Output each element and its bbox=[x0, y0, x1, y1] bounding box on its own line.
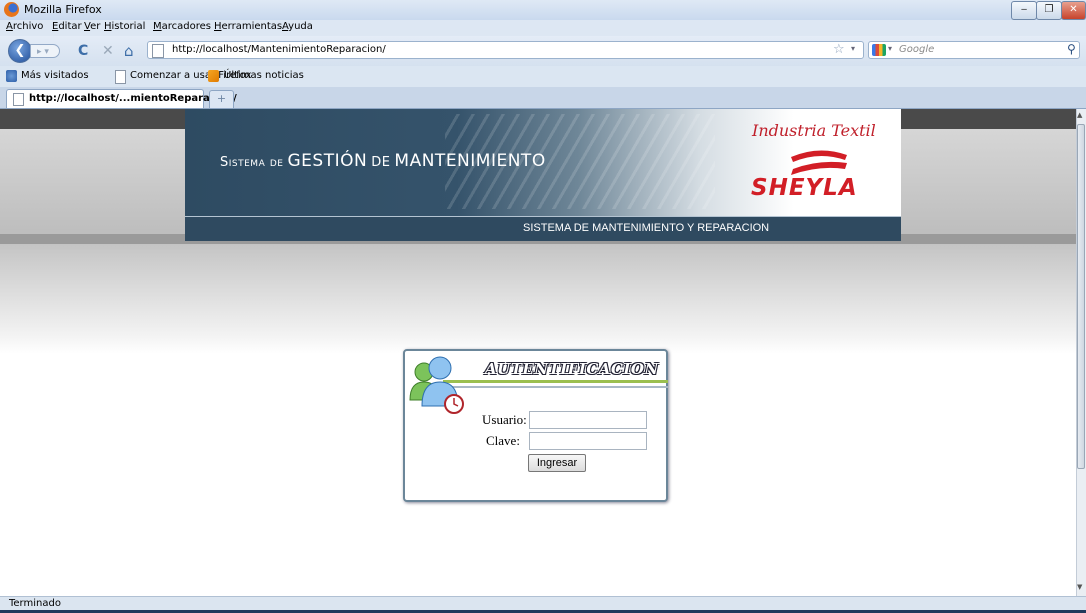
password-field[interactable] bbox=[529, 432, 647, 450]
most-visited-icon bbox=[6, 70, 17, 82]
header-accent-line bbox=[443, 380, 668, 383]
bookmark-most-visited[interactable]: Más visitados bbox=[21, 70, 89, 81]
subtitle-bar: SISTEMA DE MANTENIMIENTO Y REPARACION bbox=[185, 216, 901, 241]
sheyla-logo-icon bbox=[791, 150, 847, 175]
title-part-3: de bbox=[371, 155, 391, 170]
search-icon[interactable]: ⚲ bbox=[1067, 42, 1076, 56]
navigation-toolbar: ❮ ▸ ▾ C ✕ ⌂ http://localhost/Mantenimien… bbox=[0, 36, 1086, 66]
site-banner: Sistema de GESTIÓN de MANTENIMIENTO Indu… bbox=[185, 109, 901, 216]
page-icon bbox=[152, 44, 164, 58]
background-gradient bbox=[0, 244, 1076, 354]
url-dropdown-icon[interactable]: ▾ bbox=[851, 44, 855, 53]
tab-bar: http://localhost/...mientoReparacion/ + bbox=[0, 87, 1086, 109]
search-input[interactable]: ▾ Google bbox=[868, 41, 1080, 59]
close-button[interactable]: ✕ bbox=[1061, 1, 1086, 20]
title-part-4: MANTENIMIENTO bbox=[394, 151, 546, 171]
address-bar[interactable]: http://localhost/MantenimientoReparacion… bbox=[147, 41, 864, 59]
bookmark-latest-news[interactable]: Últimas noticias bbox=[224, 70, 304, 81]
menu-ayuda[interactable]: Ayuda bbox=[282, 21, 313, 32]
status-text: Terminado bbox=[9, 598, 61, 609]
users-icon bbox=[409, 356, 464, 414]
menu-historial[interactable]: Historial bbox=[104, 21, 145, 32]
username-field[interactable] bbox=[529, 411, 647, 429]
scroll-down-icon[interactable]: ▼ bbox=[1077, 583, 1082, 591]
scroll-thumb[interactable] bbox=[1077, 124, 1085, 469]
rss-feed-icon bbox=[208, 70, 219, 82]
login-title: AUTENTIFICACION bbox=[485, 360, 659, 378]
username-label: Usuario: bbox=[482, 412, 527, 427]
minimize-button[interactable]: ‒ bbox=[1011, 1, 1037, 20]
maximize-button[interactable]: ❐ bbox=[1036, 1, 1062, 20]
brand-name: SHEYLA bbox=[751, 175, 858, 201]
status-bar: Terminado bbox=[0, 596, 1086, 611]
search-placeholder: Google bbox=[899, 44, 935, 55]
menu-archivo[interactable]: Archivo bbox=[6, 21, 43, 32]
scroll-up-icon[interactable]: ▲ bbox=[1077, 111, 1082, 119]
menu-ver[interactable]: Ver bbox=[84, 21, 100, 32]
title-part-1: Sistema de bbox=[220, 155, 284, 170]
firefox-logo-icon bbox=[4, 2, 19, 17]
reload-icon[interactable]: C bbox=[78, 43, 88, 59]
home-icon[interactable]: ⌂ bbox=[124, 42, 134, 60]
password-label: Clave: bbox=[486, 433, 520, 448]
submit-button[interactable]: Ingresar bbox=[528, 454, 586, 472]
stop-icon[interactable]: ✕ bbox=[102, 43, 114, 59]
back-arrow-icon[interactable]: ❮ bbox=[8, 39, 32, 63]
forward-arrow-icon[interactable]: ▸ ▾ bbox=[30, 44, 60, 58]
menu-marcadores[interactable]: Marcadores bbox=[153, 21, 211, 32]
page-viewport: Sistema de GESTIÓN de MANTENIMIENTO Indu… bbox=[0, 109, 1076, 596]
page-icon bbox=[115, 70, 126, 84]
page-icon bbox=[13, 93, 24, 106]
menu-editar[interactable]: Editar bbox=[52, 21, 82, 32]
site-title: Sistema de GESTIÓN de MANTENIMIENTO bbox=[220, 151, 546, 171]
menu-bar: Archivo Editar Ver Historial Marcadores … bbox=[0, 20, 1086, 36]
login-panel: AUTENTIFICACION Usuario: Clave: Ingresar bbox=[403, 349, 668, 502]
brand-tagline: Industria Textil bbox=[752, 121, 876, 140]
subtitle-text: SISTEMA DE MANTENIMIENTO Y REPARACION bbox=[523, 222, 770, 234]
url-text[interactable]: http://localhost/MantenimientoReparacion… bbox=[172, 44, 386, 55]
tab-label[interactable]: http://localhost/...mientoReparacion/ bbox=[29, 93, 237, 104]
header-accent-line bbox=[443, 386, 668, 388]
bookmarks-toolbar: Más visitados Comenzar a usar Firefox Úl… bbox=[0, 66, 1086, 88]
tab-active[interactable]: http://localhost/...mientoReparacion/ bbox=[6, 89, 237, 108]
google-icon[interactable] bbox=[872, 44, 886, 56]
window-title: Mozilla Firefox bbox=[24, 3, 102, 16]
menu-herramientas[interactable]: Herramientas bbox=[214, 21, 282, 32]
title-part-2: GESTIÓN bbox=[287, 151, 368, 171]
window-title-bar: Mozilla Firefox ‒ ❐ ✕ bbox=[0, 0, 1086, 21]
bookmark-star-icon[interactable]: ☆ bbox=[833, 42, 845, 57]
new-tab-button[interactable]: + bbox=[209, 90, 234, 109]
search-engine-dropdown-icon[interactable]: ▾ bbox=[888, 44, 892, 53]
